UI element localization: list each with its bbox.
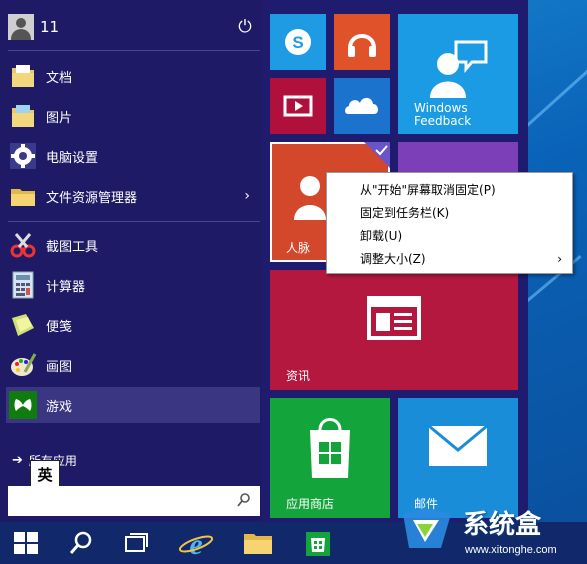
- menu-item-label: 调整大小(Z): [360, 252, 426, 266]
- start-menu-left-pane: 11 ⏻ 文档 图片 电脑设置 文件资源管理器 › 截图工具 计算器 便笺 画图…: [0, 0, 262, 522]
- paint-icon: [8, 350, 38, 380]
- sticky-notes-icon: [8, 310, 38, 340]
- taskbar-search-button[interactable]: [60, 526, 100, 560]
- app-calculator[interactable]: 计算器: [6, 267, 260, 303]
- tile-label: 人脉: [286, 241, 311, 255]
- place-pc-settings[interactable]: 电脑设置: [6, 138, 260, 174]
- tile-label: Windows Feedback: [414, 101, 472, 128]
- internet-explorer-icon: e: [178, 528, 214, 561]
- cloud-icon: [345, 97, 379, 114]
- place-label: 文档: [46, 70, 73, 86]
- app-label: 便笺: [46, 319, 73, 335]
- tile-skype[interactable]: S: [270, 14, 326, 70]
- user-account[interactable]: 11: [8, 14, 59, 40]
- envelope-icon: [428, 424, 488, 466]
- headphones-icon: [348, 34, 376, 57]
- menu-item-label: 固定到任务栏(K): [360, 206, 450, 220]
- search-icon: [69, 531, 92, 554]
- video-icon: [283, 95, 313, 117]
- app-label: 计算器: [46, 279, 86, 295]
- file-explorer-icon: [8, 181, 38, 211]
- search-input[interactable]: [12, 490, 236, 512]
- tile-store[interactable]: 应用商店: [270, 398, 390, 518]
- store-bag-icon: [306, 532, 330, 556]
- place-label: 电脑设置: [46, 150, 99, 166]
- newspaper-icon: [367, 296, 421, 340]
- user-avatar-icon: [8, 14, 34, 40]
- menu-item-label: 从"开始"屏幕取消固定(P): [360, 183, 496, 197]
- search-icon[interactable]: [236, 492, 252, 508]
- file-explorer-icon: [244, 534, 272, 554]
- place-label: 图片: [46, 110, 73, 126]
- snipping-tool-icon: [8, 230, 38, 260]
- store-bag-icon: [310, 418, 350, 478]
- place-label: 文件资源管理器: [46, 190, 138, 206]
- place-file-explorer[interactable]: 文件资源管理器 ›: [6, 178, 260, 214]
- divider: [8, 50, 260, 51]
- windows-logo-icon: [14, 532, 38, 554]
- app-games[interactable]: 游戏: [6, 387, 260, 423]
- tile-windows-feedback[interactable]: Windows Feedback: [398, 14, 518, 134]
- tile-music[interactable]: [334, 14, 390, 70]
- taskbar-store[interactable]: [298, 526, 338, 560]
- xbox-games-icon: [8, 390, 38, 420]
- tile-context-menu: 从"开始"屏幕取消固定(P) 固定到任务栏(K) 卸载(U) 调整大小(Z) ›: [326, 172, 573, 274]
- taskbar-file-explorer[interactable]: [238, 526, 278, 560]
- start-button[interactable]: [6, 526, 46, 560]
- chevron-right-icon: ›: [557, 252, 562, 266]
- selected-check-icon: [364, 142, 390, 168]
- menu-item-resize[interactable]: 调整大小(Z) ›: [327, 248, 572, 270]
- power-icon[interactable]: ⏻: [236, 18, 254, 36]
- site-watermark: 系统盒 www.xitonghe.com: [395, 500, 587, 564]
- menu-item-pin-to-taskbar[interactable]: 固定到任务栏(K): [327, 202, 572, 224]
- tile-label: 应用商店: [286, 497, 335, 511]
- place-documents[interactable]: 文档: [6, 58, 260, 94]
- menu-item-uninstall[interactable]: 卸载(U): [327, 225, 572, 247]
- watermark-url: www.xitonghe.com: [465, 544, 557, 556]
- arrow-right-icon: ➔: [12, 453, 23, 468]
- chevron-right-icon[interactable]: ›: [244, 188, 250, 204]
- gear-icon: [8, 141, 38, 171]
- svg-text:e: e: [189, 528, 202, 560]
- task-view-icon: [125, 533, 148, 552]
- documents-folder-icon: [8, 61, 38, 91]
- watermark-logo-icon: [403, 508, 451, 548]
- app-sticky-notes[interactable]: 便笺: [6, 307, 260, 343]
- place-pictures[interactable]: 图片: [6, 98, 260, 134]
- app-label: 画图: [46, 359, 73, 375]
- svg-text:S: S: [292, 33, 303, 52]
- tile-video[interactable]: [270, 78, 326, 134]
- tile-onedrive[interactable]: [334, 78, 390, 134]
- watermark-brand: 系统盒: [463, 510, 542, 540]
- feedback-people-icon: [430, 40, 488, 98]
- wallpaper-light-beam: [520, 69, 587, 133]
- app-snipping-tool[interactable]: 截图工具: [6, 227, 260, 263]
- taskbar-internet-explorer[interactable]: e: [176, 526, 216, 561]
- tile-label: 资讯: [286, 369, 311, 383]
- menu-item-unpin-from-start[interactable]: 从"开始"屏幕取消固定(P): [327, 179, 572, 201]
- pictures-folder-icon: [8, 101, 38, 131]
- search-box[interactable]: [8, 486, 260, 516]
- menu-item-label: 卸载(U): [360, 229, 403, 243]
- user-name: 11: [40, 18, 60, 36]
- calculator-icon: [8, 270, 38, 300]
- divider: [8, 221, 260, 222]
- task-view-button[interactable]: [116, 526, 156, 560]
- tile-news[interactable]: 资讯: [270, 270, 518, 390]
- app-paint[interactable]: 画图: [6, 347, 260, 383]
- skype-icon: S: [285, 29, 311, 55]
- app-label: 截图工具: [46, 239, 99, 255]
- app-label: 游戏: [46, 399, 73, 415]
